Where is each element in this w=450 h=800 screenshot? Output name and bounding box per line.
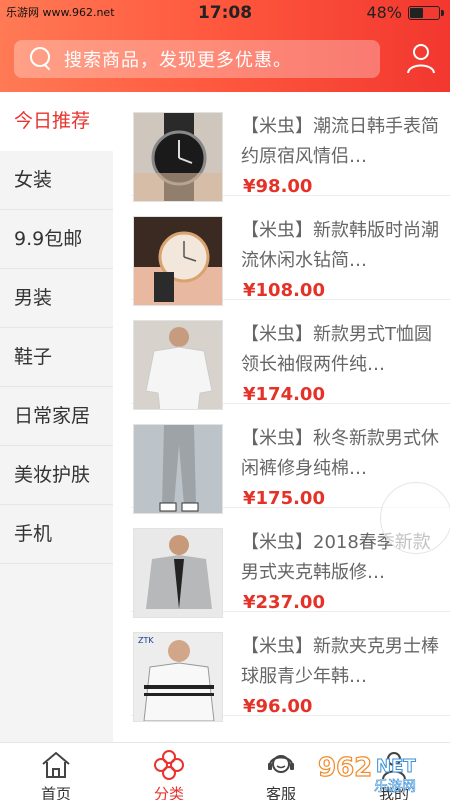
product-title: 【米虫】新款男式T恤圆领长袖假两件纯… xyxy=(241,324,432,375)
product-price: ¥108.00 xyxy=(243,280,325,301)
product-title: 【米虫】新款韩版时尚潮流休闲水钻简… xyxy=(241,220,439,271)
product-thumbnail[interactable] xyxy=(133,216,223,306)
sidebar-item[interactable]: 鞋子 xyxy=(0,328,113,387)
tab-category-label: 分类 xyxy=(153,785,184,800)
svg-text:ZTK: ZTK xyxy=(138,636,154,645)
product-list: 【米虫】潮流日韩手表简约原宿风情侣… ¥98.00 【米虫】新款韩版时尚潮流休闲水钻… xyxy=(113,92,450,742)
product-title: 【米虫】潮流日韩手表简约原宿风情侣… xyxy=(241,116,439,167)
product-thumbnail[interactable] xyxy=(133,320,223,410)
svg-text:NET: NET xyxy=(376,756,416,777)
app-header: 乐游网 www.962.net 17:08 48% 搜索商品，发现更多优惠。 xyxy=(0,0,450,92)
tab-home[interactable]: 首页 xyxy=(6,743,106,800)
product-price: ¥175.00 xyxy=(243,488,325,509)
product-price: ¥237.00 xyxy=(243,592,325,613)
product-price: ¥174.00 xyxy=(243,384,325,405)
sidebar-item[interactable]: 女装 xyxy=(0,151,113,210)
home-icon xyxy=(42,751,70,778)
product-price: ¥98.00 xyxy=(243,176,313,197)
product-item[interactable]: ZTK 【米虫】新款夹克男士棒球服青少年韩… ¥96.00 xyxy=(131,612,450,722)
watermark-logo: 962 NET 乐游网 xyxy=(317,752,416,794)
status-battery: 48% xyxy=(366,3,444,22)
product-title: 【米虫】新款夹克男士棒球服青少年韩… xyxy=(241,636,439,687)
product-thumbnail[interactable] xyxy=(133,424,223,514)
product-thumbnail[interactable]: ZTK xyxy=(133,632,223,722)
sidebar-item[interactable]: 9.9包邮 xyxy=(0,210,113,269)
category-sidebar: 今日推荐 女装 9.9包邮 男装 鞋子 日常家居 美妆护肤 手机 xyxy=(0,92,113,742)
category-icon xyxy=(154,750,184,780)
product-item[interactable]: 【米虫】新款男式T恤圆领长袖假两件纯… ¥174.00 xyxy=(131,300,450,410)
search-input[interactable]: 搜索商品，发现更多优惠。 xyxy=(14,40,380,78)
product-thumbnail[interactable] xyxy=(133,112,223,202)
sidebar-item[interactable]: 日常家居 xyxy=(0,387,113,446)
user-profile-icon[interactable] xyxy=(406,42,436,74)
battery-icon xyxy=(408,5,444,20)
product-thumbnail[interactable] xyxy=(133,528,223,618)
svg-text:乐游网: 乐游网 xyxy=(374,779,416,794)
product-item[interactable]: 【米虫】新款韩版时尚潮流休闲水钻简… ¥108.00 xyxy=(131,196,450,306)
battery-percent: 48% xyxy=(366,3,402,22)
floating-assistive-button[interactable] xyxy=(380,482,450,554)
status-bar: 乐游网 www.962.net 17:08 48% xyxy=(0,0,450,28)
tab-category[interactable]: 分类 xyxy=(119,743,219,800)
tab-home-label: 首页 xyxy=(40,785,71,800)
search-icon xyxy=(26,44,56,74)
customer-service-icon xyxy=(268,755,294,773)
sidebar-item[interactable]: 手机 xyxy=(0,505,113,564)
product-item[interactable]: 【米虫】潮流日韩手表简约原宿风情侣… ¥98.00 xyxy=(131,92,450,202)
search-row: 搜索商品，发现更多优惠。 xyxy=(0,38,450,80)
sidebar-item[interactable]: 今日推荐 xyxy=(0,92,113,151)
sidebar-item[interactable]: 男装 xyxy=(0,269,113,328)
svg-text:962: 962 xyxy=(318,753,372,783)
product-price: ¥96.00 xyxy=(243,696,313,717)
product-title: 【米虫】秋冬新款男式休闲裤修身纯棉… xyxy=(241,428,439,479)
search-placeholder: 搜索商品，发现更多优惠。 xyxy=(64,50,292,71)
sidebar-item[interactable]: 美妆护肤 xyxy=(0,446,113,505)
